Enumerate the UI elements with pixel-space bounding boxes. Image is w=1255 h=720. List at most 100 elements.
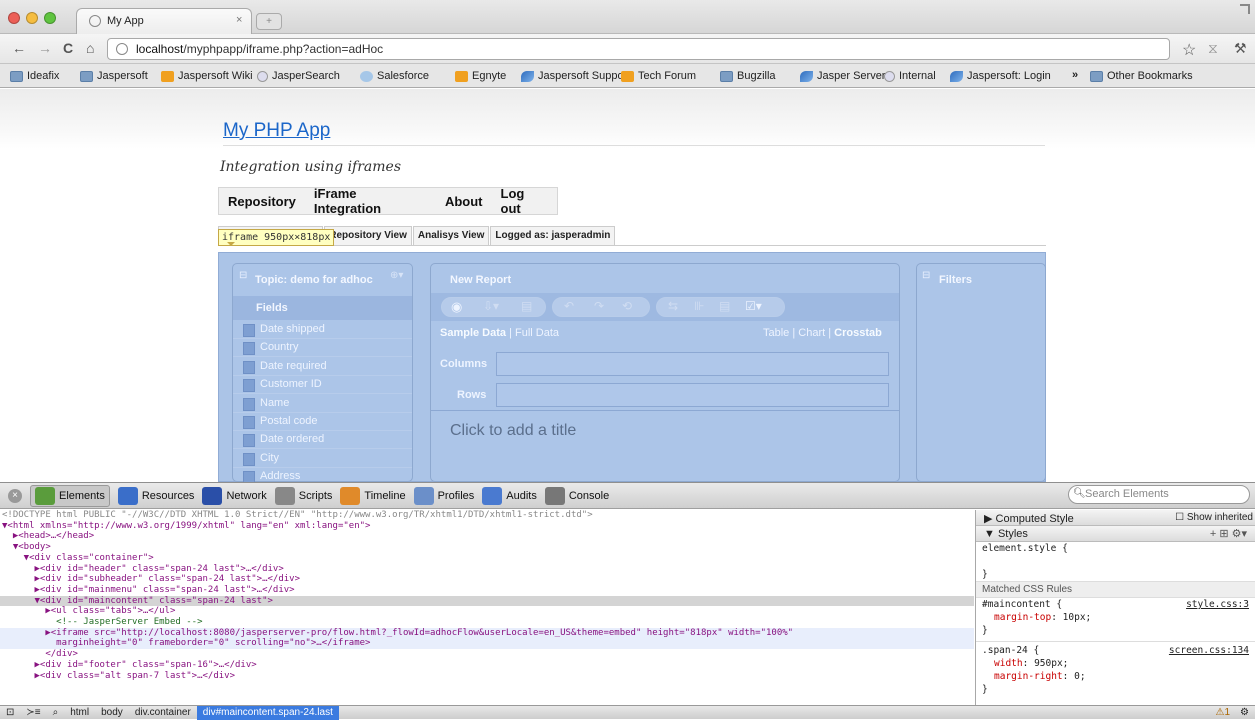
devtools-tab-timeline[interactable]: Timeline <box>340 486 406 505</box>
devtools-tab-elements[interactable]: Elements <box>30 484 110 507</box>
devtools-tab-console[interactable]: Console <box>544 486 609 505</box>
undo-icon[interactable]: ↶ <box>564 299 574 313</box>
breadcrumb-html[interactable]: html <box>64 707 95 718</box>
new-tab-button[interactable]: + <box>256 13 282 30</box>
field-item[interactable]: Customer ID <box>233 376 412 395</box>
back-icon[interactable]: ← <box>12 40 26 56</box>
table-view-link[interactable]: Table <box>763 327 789 339</box>
bookmark-item[interactable]: Jaspersoft: Login <box>950 70 1051 82</box>
switch-axes-icon[interactable]: ⇆ <box>668 299 678 313</box>
breadcrumb-body[interactable]: body <box>95 707 129 718</box>
computed-style-header[interactable]: ▶ Computed Style ☐ Show inherited <box>976 510 1255 526</box>
dom-node[interactable]: </div> <box>0 649 974 660</box>
undo-all-icon[interactable]: ⟲ <box>622 299 632 313</box>
field-item[interactable]: Country <box>233 339 412 358</box>
dom-node[interactable]: ▶<div class="alt span-7 last">…</div> <box>0 671 974 682</box>
css-value[interactable]: 0; <box>1074 671 1085 682</box>
bookmark-item[interactable]: Salesforce <box>360 70 429 82</box>
close-window-icon[interactable] <box>8 12 20 24</box>
dom-node[interactable]: ▼<div class="container"> <box>0 553 974 564</box>
rows-drop-zone[interactable] <box>496 383 889 407</box>
settings-gear-icon[interactable]: ⚙ <box>1234 707 1255 718</box>
dock-icon[interactable]: ⊡ <box>0 707 20 718</box>
other-bookmarks[interactable]: Other Bookmarks <box>1090 70 1193 82</box>
dom-node[interactable]: ▶<ul class="tabs">…</ul> <box>0 606 974 617</box>
tab-repository-view[interactable]: Repository View <box>324 226 412 245</box>
bookmarks-overflow-icon[interactable]: » <box>1072 69 1078 81</box>
fullscreen-icon[interactable] <box>1240 4 1250 14</box>
bookmark-item[interactable]: Bugzilla <box>720 70 776 82</box>
inspect-icon[interactable]: ⌕ <box>47 707 65 718</box>
search-elements-input[interactable]: Search Elements <box>1068 485 1250 504</box>
menu-repository[interactable]: Repository <box>219 194 305 209</box>
tab-analysis-view[interactable]: Analisys View <box>412 226 490 245</box>
report-title-placeholder[interactable]: Click to add a title <box>450 422 576 440</box>
devtools-tab-scripts[interactable]: Scripts <box>274 486 332 505</box>
field-item[interactable]: Name <box>233 395 412 413</box>
devtools-tab-audits[interactable]: Audits <box>482 486 537 505</box>
devtools-tab-resources[interactable]: Resources <box>117 486 194 505</box>
breadcrumb-selected[interactable]: div#maincontent.span-24.last <box>196 705 339 720</box>
options-icon[interactable]: ▤ <box>719 299 730 313</box>
columns-drop-zone[interactable] <box>496 352 889 376</box>
address-bar[interactable]: localhost/myphpapp/iframe.php?action=adH… <box>107 38 1170 60</box>
console-drawer-icon[interactable]: ≻≡ <box>20 707 46 718</box>
redo-icon[interactable]: ↷ <box>594 299 604 313</box>
dom-node[interactable]: <!-- JasperServer Embed --> <box>0 617 974 628</box>
dom-node[interactable]: ▼<body> <box>0 542 974 553</box>
style-css-link[interactable]: style.css:3 <box>1186 599 1249 610</box>
css-property[interactable]: margin-top <box>994 612 1051 623</box>
topic-options-icon[interactable]: ⊕▾ <box>390 270 403 281</box>
field-item[interactable]: Address <box>233 468 412 485</box>
browser-tab[interactable]: My App <box>76 8 252 34</box>
dom-node[interactable]: ▶<iframe src="http://localhost:8080/jasp… <box>0 627 974 639</box>
zoom-window-icon[interactable] <box>44 12 56 24</box>
star-icon[interactable]: ☆ <box>1182 40 1196 60</box>
dom-node[interactable]: marginheight="0" frameborder="0" scrolli… <box>0 638 974 650</box>
export-icon[interactable]: ⇩▾ <box>483 299 499 313</box>
eye-icon[interactable]: ◉ <box>451 299 462 315</box>
bookmark-item[interactable]: Jasper Server <box>800 70 885 82</box>
show-inherited-checkbox[interactable]: ☐ Show inherited <box>1175 512 1253 523</box>
field-item[interactable]: City <box>233 450 412 468</box>
bookmark-item[interactable]: Egnyte <box>455 70 506 82</box>
close-devtools-icon[interactable]: × <box>8 488 22 503</box>
more-options-icon[interactable]: ☑▾ <box>745 299 762 313</box>
bookmark-item[interactable]: Jaspersoft Support <box>521 70 630 82</box>
dom-node[interactable]: ▶<head>…</head> <box>0 531 974 542</box>
field-item[interactable]: Postal code <box>233 413 412 431</box>
bookmark-item[interactable]: Internal <box>884 70 936 82</box>
field-item[interactable]: Date required <box>233 358 412 376</box>
collapse-icon[interactable]: ⊟ <box>922 270 930 281</box>
bookmark-item[interactable]: JasperSearch <box>257 70 340 82</box>
styles-header[interactable]: ▼ Styles + ⊞ ⚙▾ <box>976 526 1255 542</box>
add-style-icon[interactable]: + ⊞ ⚙▾ <box>1210 527 1247 540</box>
css-property[interactable]: width <box>994 658 1023 669</box>
app-title-link[interactable]: My PHP App <box>223 120 330 142</box>
menu-log-out[interactable]: Log out <box>492 186 558 216</box>
field-item[interactable]: Date shipped <box>233 321 412 339</box>
full-data-link[interactable]: Full Data <box>515 327 559 339</box>
css-value[interactable]: 950px; <box>1034 658 1068 669</box>
warning-icon[interactable]: ⚠1 <box>1216 707 1235 718</box>
forward-icon[interactable]: → <box>38 40 52 56</box>
collapse-icon[interactable]: ⊟ <box>239 270 247 281</box>
dom-node[interactable]: ▼<html xmlns="http://www.w3.org/1999/xht… <box>0 521 974 532</box>
dom-node[interactable]: ▶<div id="mainmenu" class="span-24 last"… <box>0 585 974 596</box>
crosstab-view-link[interactable]: Crosstab <box>834 327 882 339</box>
chart-view-link[interactable]: Chart <box>798 327 825 339</box>
dom-node[interactable]: ▶<div id="header" class="span-24 last">…… <box>0 564 974 575</box>
page-menu-icon[interactable]: ⧖ <box>1208 40 1218 57</box>
wrench-icon[interactable]: ⚒ <box>1234 40 1247 57</box>
breadcrumb-container[interactable]: div.container <box>129 707 197 718</box>
maincontent-rule[interactable]: style.css:3 #maincontent { <box>976 598 1255 611</box>
dom-node[interactable]: ▶<div id="subheader" class="span-24 last… <box>0 574 974 585</box>
bookmark-item[interactable]: Tech Forum <box>621 70 696 82</box>
home-icon[interactable]: ⌂ <box>86 40 94 56</box>
sort-icon[interactable]: ⊪ <box>694 299 704 313</box>
element-style-rule[interactable]: element.style { <box>976 542 1255 555</box>
devtools-tab-profiles[interactable]: Profiles <box>413 486 474 505</box>
screen-css-link[interactable]: screen.css:134 <box>1169 645 1249 656</box>
css-value[interactable]: 10px; <box>1063 612 1092 623</box>
field-item[interactable]: Date ordered <box>233 431 412 450</box>
